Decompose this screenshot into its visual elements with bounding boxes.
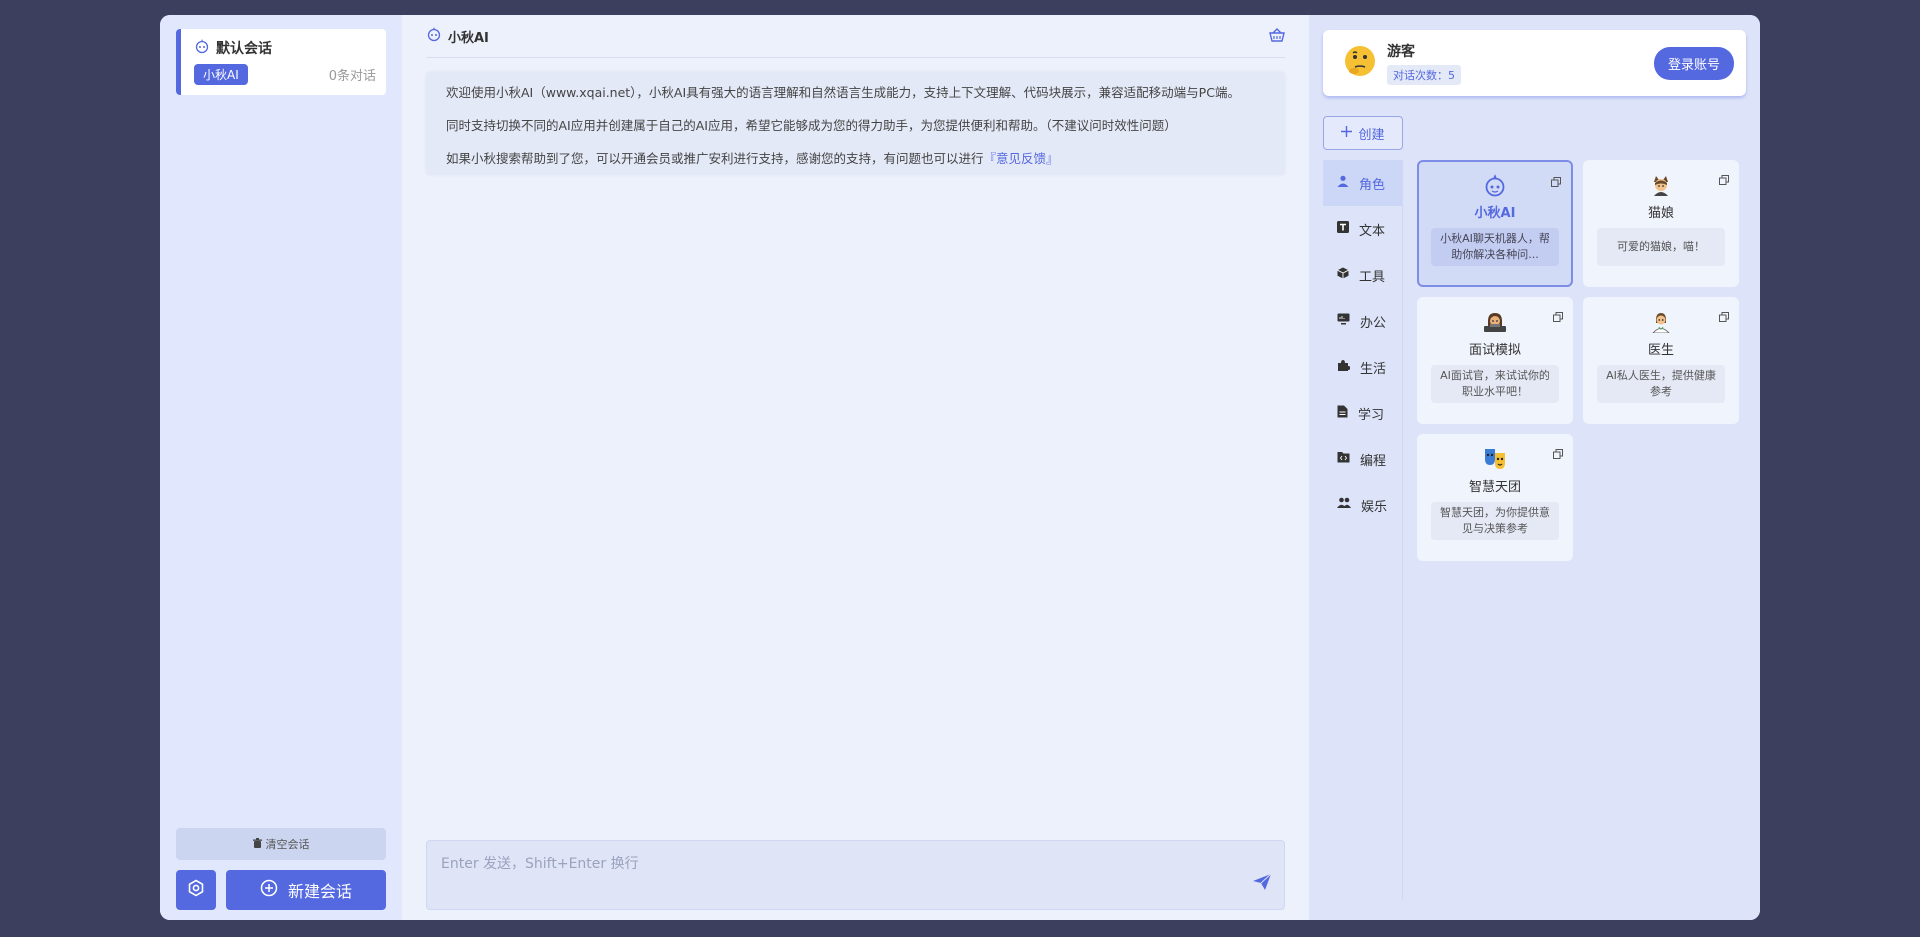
category-label: 角色	[1359, 177, 1386, 193]
category-label: 生活	[1360, 361, 1387, 377]
thinking-face-avatar	[1343, 44, 1377, 82]
user-card: 游客 对话次数：5 登录账号	[1323, 30, 1746, 96]
app-card-wisdom-team[interactable]: 智慧天团 智慧天团，为你提供意见与决策参考	[1417, 434, 1573, 561]
conversation-count-badge: 对话次数：5	[1387, 65, 1461, 85]
category-study[interactable]: 学习	[1323, 390, 1402, 436]
robot-icon	[194, 38, 210, 58]
new-conversation-button[interactable]: 新建会话	[226, 870, 386, 910]
category-label: 办公	[1360, 315, 1387, 331]
category-programming[interactable]: 编程	[1323, 436, 1402, 482]
conversation-tag: 小秋AI	[194, 64, 248, 85]
create-app-button[interactable]: 创建	[1323, 116, 1403, 150]
send-icon[interactable]	[1252, 873, 1272, 895]
app-card-cat-girl[interactable]: 猫娘 可爱的猫娘，喵！	[1583, 160, 1739, 287]
category-list: 角色 文本 工具 办公 生活 学习 编程 娱乐	[1323, 160, 1403, 900]
category-tools[interactable]: 工具	[1323, 252, 1402, 298]
text-icon	[1337, 221, 1349, 237]
monitor-icon	[1337, 313, 1350, 329]
trash-icon	[252, 837, 262, 851]
cat-girl-icon	[1650, 172, 1672, 198]
robot-icon	[1482, 172, 1508, 198]
app-card-doctor[interactable]: 医生 AI私人医生，提供健康参考	[1583, 297, 1739, 424]
card-description: 可爱的猫娘，喵！	[1597, 228, 1725, 266]
plus-circle-icon	[260, 879, 278, 901]
conversation-item[interactable]: 默认会话 小秋AI 0条对话	[176, 29, 386, 95]
app-panel: 游客 对话次数：5 登录账号 创建 角色 文本 工具 办公 生活 学习 编程 娱…	[1309, 15, 1760, 920]
app-card-xiaoqiu[interactable]: 小秋AI 小秋AI聊天机器人，帮助你解决各种问...	[1417, 160, 1573, 287]
plus-icon	[1341, 125, 1353, 141]
settings-button[interactable]	[176, 870, 216, 910]
login-button[interactable]: 登录账号	[1653, 46, 1734, 80]
conversation-count: 0条对话	[328, 69, 376, 84]
gear-icon	[187, 879, 205, 901]
doctor-icon	[1650, 309, 1672, 335]
category-label: 学习	[1358, 407, 1385, 423]
category-label: 编程	[1360, 453, 1387, 469]
copy-icon[interactable]	[1553, 444, 1563, 463]
welcome-message: 欢迎使用小秋AI（www.xqai.net），小秋AI具有强大的语言理解和自然语…	[426, 72, 1285, 175]
card-name: 医生	[1647, 343, 1674, 358]
copy-icon[interactable]	[1553, 307, 1563, 326]
robot-icon	[426, 26, 442, 46]
chat-title: 小秋AI	[448, 30, 489, 46]
chat-header: 小秋AI	[426, 15, 1285, 58]
category-life[interactable]: 生活	[1323, 344, 1402, 390]
people-icon	[1337, 497, 1351, 513]
message-input[interactable]	[427, 841, 1284, 909]
card-name: 面试模拟	[1468, 343, 1521, 358]
card-name: 猫娘	[1647, 206, 1674, 221]
app-card-interview[interactable]: 面试模拟 AI面试官，来试试你的职业水平吧！	[1417, 297, 1573, 424]
interviewer-icon	[1483, 309, 1507, 335]
card-name: 小秋AI	[1474, 206, 1516, 221]
feedback-link[interactable]: 『意见反馈』	[984, 151, 1059, 166]
code-folder-icon	[1337, 451, 1350, 467]
category-label: 文本	[1359, 223, 1386, 239]
welcome-paragraph: 如果小秋搜索帮助到了您，可以开通会员或推广安利进行支持，感谢您的支持，有问题也可…	[446, 148, 1269, 169]
category-office[interactable]: 办公	[1323, 298, 1402, 344]
conversation-sidebar: 默认会话 小秋AI 0条对话 清空会话 新建会话	[160, 15, 402, 920]
message-input-box	[426, 840, 1285, 910]
copy-icon[interactable]	[1719, 170, 1729, 189]
copy-icon[interactable]	[1719, 307, 1729, 326]
clear-label: 清空会话	[265, 838, 310, 851]
welcome-paragraph: 同时支持切换不同的AI应用并创建属于自己的AI应用，希望它能够成为您的得力助手，…	[446, 118, 1177, 133]
new-conversation-label: 新建会话	[287, 882, 352, 901]
basket-icon[interactable]	[1269, 27, 1285, 46]
cube-icon	[1337, 267, 1349, 283]
user-name: 游客	[1387, 44, 1415, 60]
card-description: 小秋AI聊天机器人，帮助你解决各种问...	[1431, 228, 1559, 266]
app-card-grid: 小秋AI 小秋AI聊天机器人，帮助你解决各种问... 猫娘 可爱的猫娘，喵！ 面…	[1403, 160, 1739, 900]
clear-conversations-button[interactable]: 清空会话	[176, 828, 386, 860]
conversation-title: 默认会话	[216, 41, 272, 57]
puzzle-icon	[1337, 359, 1351, 376]
category-entertainment[interactable]: 娱乐	[1323, 482, 1402, 528]
document-icon	[1337, 405, 1348, 422]
card-description: 智慧天团，为你提供意见与决策参考	[1431, 502, 1559, 540]
card-name: 智慧天团	[1468, 480, 1521, 495]
copy-icon[interactable]	[1551, 172, 1561, 191]
app-window: 默认会话 小秋AI 0条对话 清空会话 新建会话 小秋AI 欢迎使用小秋AI（w…	[160, 15, 1760, 920]
category-text[interactable]: 文本	[1323, 206, 1402, 252]
create-label: 创建	[1358, 127, 1385, 143]
welcome-paragraph: 欢迎使用小秋AI（www.xqai.net），小秋AI具有强大的语言理解和自然语…	[446, 85, 1240, 100]
card-description: AI私人医生，提供健康参考	[1597, 365, 1725, 403]
card-description: AI面试官，来试试你的职业水平吧！	[1431, 365, 1559, 403]
person-icon	[1337, 175, 1349, 191]
category-label: 工具	[1359, 269, 1386, 285]
category-label: 娱乐	[1361, 499, 1388, 515]
welcome-support-text: 如果小秋搜索帮助到了您，可以开通会员或推广安利进行支持，感谢您的支持，有问题也可…	[446, 151, 984, 166]
masks-icon	[1483, 446, 1507, 472]
category-role[interactable]: 角色	[1323, 160, 1402, 206]
chat-panel: 小秋AI 欢迎使用小秋AI（www.xqai.net），小秋AI具有强大的语言理…	[402, 15, 1309, 920]
